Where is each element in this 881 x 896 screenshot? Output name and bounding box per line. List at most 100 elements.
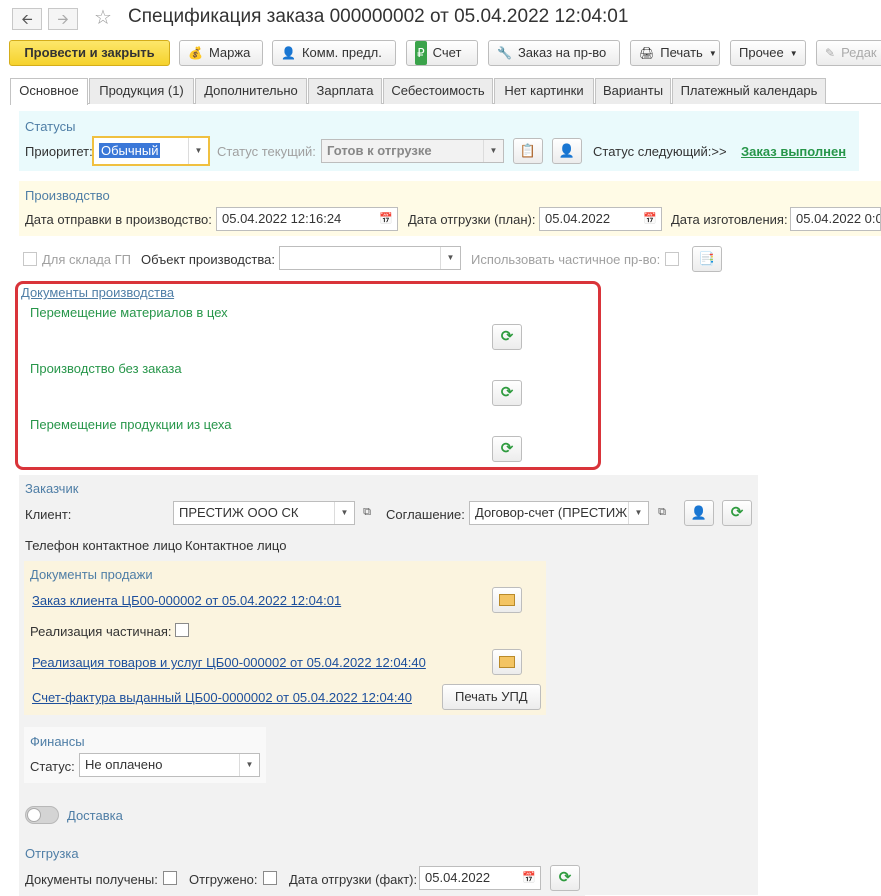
customer-group-title: Заказчик	[25, 481, 79, 496]
docs-received-label: Документы получены:	[25, 872, 158, 887]
tab-main[interactable]: Основное	[10, 78, 88, 105]
ship-fact-field[interactable]: 05.04.2022 📅	[419, 866, 541, 890]
client-order-export-button[interactable]	[492, 587, 522, 613]
refresh-icon: ⟳	[500, 328, 514, 345]
priority-label: Приоритет:	[25, 144, 93, 159]
material-transfer-label: Перемещение материалов в цех	[30, 305, 228, 320]
finance-status-select[interactable]: Не оплачено ▼	[79, 753, 260, 777]
tab-additional[interactable]: Дополнительно	[195, 78, 307, 104]
send-date-field[interactable]: 05.04.2022 12:16:24 📅	[216, 207, 398, 231]
chevron-down-icon[interactable]: ▼	[239, 754, 259, 776]
tab-no-picture[interactable]: Нет картинки	[494, 78, 594, 104]
chevron-down-icon[interactable]: ▼	[334, 502, 354, 524]
finance-status-label: Статус:	[30, 759, 75, 774]
contact-person-label: Контактное лицо	[185, 538, 287, 553]
delivery-toggle[interactable]	[25, 806, 59, 824]
envelope-icon	[499, 594, 515, 606]
tab-salary[interactable]: Зарплата	[308, 78, 382, 104]
production-docs-title[interactable]: Документы производства	[21, 285, 174, 300]
realization-export-button[interactable]	[492, 649, 522, 675]
production-panel	[19, 181, 881, 236]
production-object-label: Объект производства:	[141, 252, 275, 267]
toggle-knob	[27, 808, 41, 822]
production-group-title: Производство	[25, 188, 110, 203]
chevron-down-icon: ▼	[708, 48, 717, 58]
production-order-button[interactable]: 🔧 Заказ на пр-во	[488, 40, 620, 66]
sales-docs-group-title: Документы продажи	[30, 567, 153, 582]
tab-cost[interactable]: Себестоимость	[383, 78, 493, 104]
current-status-label: Статус текущий:	[217, 144, 316, 159]
clipboard-icon: 📋	[519, 143, 537, 158]
refresh-icon: ⟳	[730, 504, 744, 521]
customer-refresh-button[interactable]: ⟳	[722, 500, 752, 526]
priority-select[interactable]: Обычный ▼	[92, 136, 210, 166]
back-button[interactable]: 🡨	[12, 8, 42, 30]
docs-received-checkbox[interactable]	[163, 871, 177, 885]
material-transfer-refresh-button[interactable]: ⟳	[492, 324, 522, 350]
statuses-group-title: Статусы	[25, 119, 76, 134]
agreement-select[interactable]: Договор-счет (ПРЕСТИЖ ▼	[469, 501, 649, 525]
print-button[interactable]: 🖨 Печать ▼	[630, 40, 720, 66]
refresh-icon: ⟳	[558, 869, 572, 886]
shipment-refresh-button[interactable]: ⟳	[550, 865, 580, 891]
partial-production-checkbox[interactable]	[665, 252, 679, 266]
chevron-down-icon[interactable]: ▼	[440, 247, 460, 269]
partial-realization-checkbox[interactable]	[175, 623, 189, 637]
tab-payment-calendar[interactable]: Платежный календарь	[672, 78, 826, 104]
window-title: Спецификация заказа 000000002 от 05.04.2…	[128, 6, 629, 27]
customer-user-button[interactable]: 👤	[684, 500, 714, 526]
calendar-icon[interactable]: 📅	[639, 208, 661, 230]
chevron-down-icon[interactable]: ▼	[188, 138, 208, 164]
edit-button[interactable]: ✎ Редак	[816, 40, 881, 66]
production-docs-button[interactable]: 📑	[692, 246, 722, 272]
for-warehouse-checkbox[interactable]	[23, 252, 37, 266]
next-status-link[interactable]: Заказ выполнен	[741, 144, 846, 159]
ship-fact-label: Дата отгрузки (факт):	[289, 872, 418, 887]
markup-button[interactable]: 💰 Маржа	[179, 40, 263, 66]
product-transfer-label: Перемещение продукции из цеха	[30, 417, 232, 432]
finance-group-title: Финансы	[30, 734, 85, 749]
markup-icon: 💰	[188, 46, 203, 60]
post-and-close-button[interactable]: Провести и закрыть	[9, 40, 170, 66]
other-button[interactable]: Прочее ▼	[730, 40, 806, 66]
partial-realization-label: Реализация частичная:	[30, 624, 172, 639]
production-object-select[interactable]: ▼	[279, 246, 461, 270]
invoice-issued-link[interactable]: Счет-фактура выданный ЦБ00-0000002 от 05…	[32, 690, 412, 705]
user-button[interactable]: 👤	[552, 138, 582, 164]
production-without-order-label: Производство без заказа	[30, 361, 182, 376]
chevron-down-icon[interactable]: ▼	[628, 502, 648, 524]
clipboard-button[interactable]: 📋	[513, 138, 543, 164]
commercial-offer-button[interactable]: 👤 Комм. предл.	[272, 40, 396, 66]
agreement-label: Соглашение:	[386, 507, 465, 522]
agreement-open-icon[interactable]: ⧉	[653, 501, 671, 525]
client-label: Клиент:	[25, 507, 72, 522]
tab-variants[interactable]: Варианты	[595, 78, 671, 104]
product-transfer-refresh-button[interactable]: ⟳	[492, 436, 522, 462]
chevron-down-icon: ▼	[789, 48, 798, 58]
person-icon: 👤	[281, 46, 296, 60]
make-date-field[interactable]: 05.04.2022 0:0	[790, 207, 881, 231]
send-date-label: Дата отправки в производство:	[25, 212, 212, 227]
calendar-icon[interactable]: 📅	[518, 867, 540, 889]
user-icon: 👤	[690, 505, 708, 520]
ruble-icon: ₽	[415, 41, 427, 65]
envelope-icon	[499, 656, 515, 668]
production-without-order-refresh-button[interactable]: ⟳	[492, 380, 522, 406]
print-upd-button[interactable]: Печать УПД	[442, 684, 541, 710]
realization-link[interactable]: Реализация товаров и услуг ЦБ00-000002 о…	[32, 655, 426, 670]
delivery-label: Доставка	[67, 808, 123, 823]
ship-plan-field[interactable]: 05.04.2022 📅	[539, 207, 662, 231]
make-date-label: Дата изготовления:	[671, 212, 788, 227]
client-open-icon[interactable]: ⧉	[358, 501, 376, 525]
favorite-star-icon[interactable]: ☆	[94, 5, 112, 30]
tab-products[interactable]: Продукция (1)	[89, 78, 194, 104]
user-icon: 👤	[558, 143, 576, 158]
invoice-button[interactable]: ₽ Счет	[406, 40, 478, 66]
refresh-icon: ⟳	[500, 440, 514, 457]
client-order-link[interactable]: Заказ клиента ЦБ00-000002 от 05.04.2022 …	[32, 593, 341, 608]
client-select[interactable]: ПРЕСТИЖ ООО СК ▼	[173, 501, 355, 525]
current-status-select[interactable]: Готов к отгрузке ▼	[321, 139, 504, 163]
calendar-icon[interactable]: 📅	[375, 208, 397, 230]
forward-button[interactable]: 🡪	[48, 8, 78, 30]
shipped-checkbox[interactable]	[263, 871, 277, 885]
